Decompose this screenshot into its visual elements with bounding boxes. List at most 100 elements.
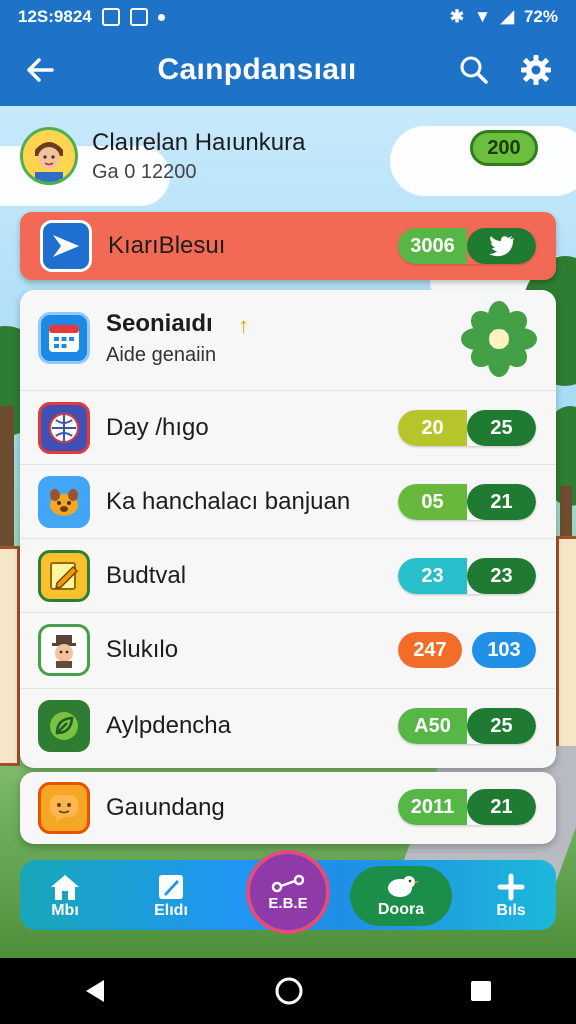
nav-edit[interactable]: Elıdı — [126, 866, 216, 926]
status-bar: 12S:9824 ✱ ▼ ◢ 72% — [0, 0, 576, 34]
profile-header[interactable]: Claırelan Haıunkura Ga 0 12200 200 — [20, 116, 556, 196]
chat-face-app-icon — [38, 782, 90, 834]
list-item-label: Gaıundang — [106, 794, 225, 821]
nav-center-button[interactable]: E.B.E — [246, 850, 330, 934]
page-title: Caınpdansıaıı — [157, 53, 357, 86]
profile-name: Claırelan Haıunkura — [92, 128, 306, 156]
card-subtitle: Aide genaiin — [106, 343, 217, 366]
dot-icon — [157, 13, 165, 21]
bluetooth-icon: ✱ — [449, 7, 465, 26]
score-left: 2011 — [398, 789, 467, 825]
nav-center-label: E.B.E — [268, 894, 308, 912]
card-title: Seoniaıdı — [106, 309, 213, 337]
score-pill[interactable]: 247 103 — [398, 632, 536, 668]
secondary-card: Gaıundang 2011 21 — [20, 772, 556, 844]
notification-icon — [101, 8, 120, 26]
list-item-label: Aylpdencha — [106, 711, 231, 739]
leaf-app-icon — [38, 699, 90, 752]
list-item-label: Ka hanchalacı banjuan — [106, 487, 351, 515]
status-time: 12S:9824 — [18, 7, 92, 26]
back-triangle-icon[interactable] — [82, 977, 110, 1005]
home-circle-icon[interactable] — [274, 976, 304, 1006]
score-right: 21 — [467, 789, 536, 825]
twitter-icon — [467, 228, 536, 264]
list-item-ka[interactable]: Ka hanchalacı banjuan 05 21 — [20, 464, 556, 538]
score-pill[interactable]: A50 25 — [398, 708, 536, 744]
search-icon — [460, 56, 488, 84]
pencil-icon — [50, 561, 79, 590]
globe-app-icon — [38, 401, 90, 454]
score-pill[interactable]: 20 25 — [398, 410, 536, 446]
list-item-label: Budtval — [106, 561, 187, 589]
score-right: 21 — [467, 484, 536, 520]
nav-plus[interactable]: Bıls — [466, 866, 556, 926]
send-icon — [53, 235, 79, 257]
calendar-icon — [49, 325, 79, 352]
nav-doora[interactable]: Doora — [356, 866, 446, 926]
globe-icon — [49, 412, 79, 443]
animal-icon — [50, 488, 78, 516]
plus-icon — [497, 873, 525, 901]
card-header[interactable]: Seoniaıdı Aide genaiin ↑ — [20, 290, 556, 386]
featured-score-left: 3006 — [398, 228, 467, 264]
system-navigation-bar — [0, 958, 576, 1024]
bird-icon — [388, 876, 419, 897]
animal-app-icon — [38, 475, 90, 528]
link-icon — [271, 874, 305, 892]
leaf-icon — [50, 711, 78, 740]
score-left: A50 — [398, 708, 467, 744]
score-left: 247 — [398, 632, 462, 668]
flower-icon — [461, 301, 537, 377]
score-right: 25 — [467, 410, 536, 446]
avatar — [20, 127, 78, 185]
list-item-aylpdencha[interactable]: Aylpdencha A50 25 — [20, 688, 556, 762]
nav-home[interactable]: Mbı — [20, 866, 110, 926]
score-right: 23 — [467, 558, 536, 594]
list-item-label: Day /hıgo — [106, 413, 209, 441]
recents-square-icon[interactable] — [468, 978, 494, 1004]
settings-button[interactable] — [518, 52, 554, 88]
search-button[interactable] — [456, 52, 492, 88]
gear-icon — [520, 55, 551, 85]
profile-subtitle: Ga 0 12200 — [92, 160, 197, 183]
score-pill[interactable]: 2011 21 — [398, 789, 536, 825]
score-pill[interactable]: 05 21 — [398, 484, 536, 520]
featured-score[interactable]: 3006 — [398, 228, 536, 264]
up-arrow-icon: ↑ — [238, 313, 250, 338]
wifi-icon: ▼ — [474, 7, 491, 26]
featured-label: KıarıBlesuı — [108, 232, 226, 259]
score-pill[interactable]: 23 23 — [398, 558, 536, 594]
score-left: 20 — [398, 410, 467, 446]
notepad-app-icon — [38, 549, 90, 602]
back-button[interactable] — [22, 52, 58, 88]
character-app-icon — [38, 623, 90, 676]
person-avatar-icon — [23, 130, 75, 182]
points-badge[interactable]: 200 — [470, 130, 538, 166]
nav-edit-label: Elıdı — [154, 902, 188, 919]
nav-plus-label: Bıls — [496, 902, 526, 919]
edit-icon — [159, 875, 183, 899]
battery-level: 72% — [523, 7, 558, 26]
bottom-navigation: Mbı Elıdı E.B.E Doora Bıls — [20, 850, 556, 934]
featured-row[interactable]: KıarıBlesuı 3006 — [20, 212, 556, 280]
score-left: 05 — [398, 484, 467, 520]
score-right: 25 — [467, 708, 536, 744]
list-item-label: Slukılo — [106, 635, 179, 663]
chat-face-icon — [50, 795, 78, 823]
character-icon — [52, 634, 76, 668]
list-item-budtval[interactable]: Budtval 23 23 — [20, 538, 556, 612]
score-right: 103 — [472, 632, 536, 668]
activity-card: Seoniaıdı Aide genaiin ↑ Day /hıgo 20 25 — [20, 290, 556, 768]
nav-doora-label: Doora — [377, 901, 425, 918]
arrow-left-icon — [27, 58, 54, 82]
home-icon — [51, 875, 79, 900]
list-item-gaiundang[interactable]: Gaıundang 2011 21 — [20, 772, 556, 844]
calendar-app-icon — [38, 312, 90, 364]
app-bar: Caınpdansıaıı — [0, 34, 576, 106]
nav-home-label: Mbı — [51, 902, 79, 919]
send-app-icon — [40, 220, 92, 272]
notification-icon-2 — [129, 8, 148, 26]
list-item-slukilo[interactable]: Slukılo 247 103 — [20, 612, 556, 686]
list-item-day[interactable]: Day /hıgo 20 25 — [20, 390, 556, 464]
signal-icon: ◢ — [500, 7, 514, 26]
